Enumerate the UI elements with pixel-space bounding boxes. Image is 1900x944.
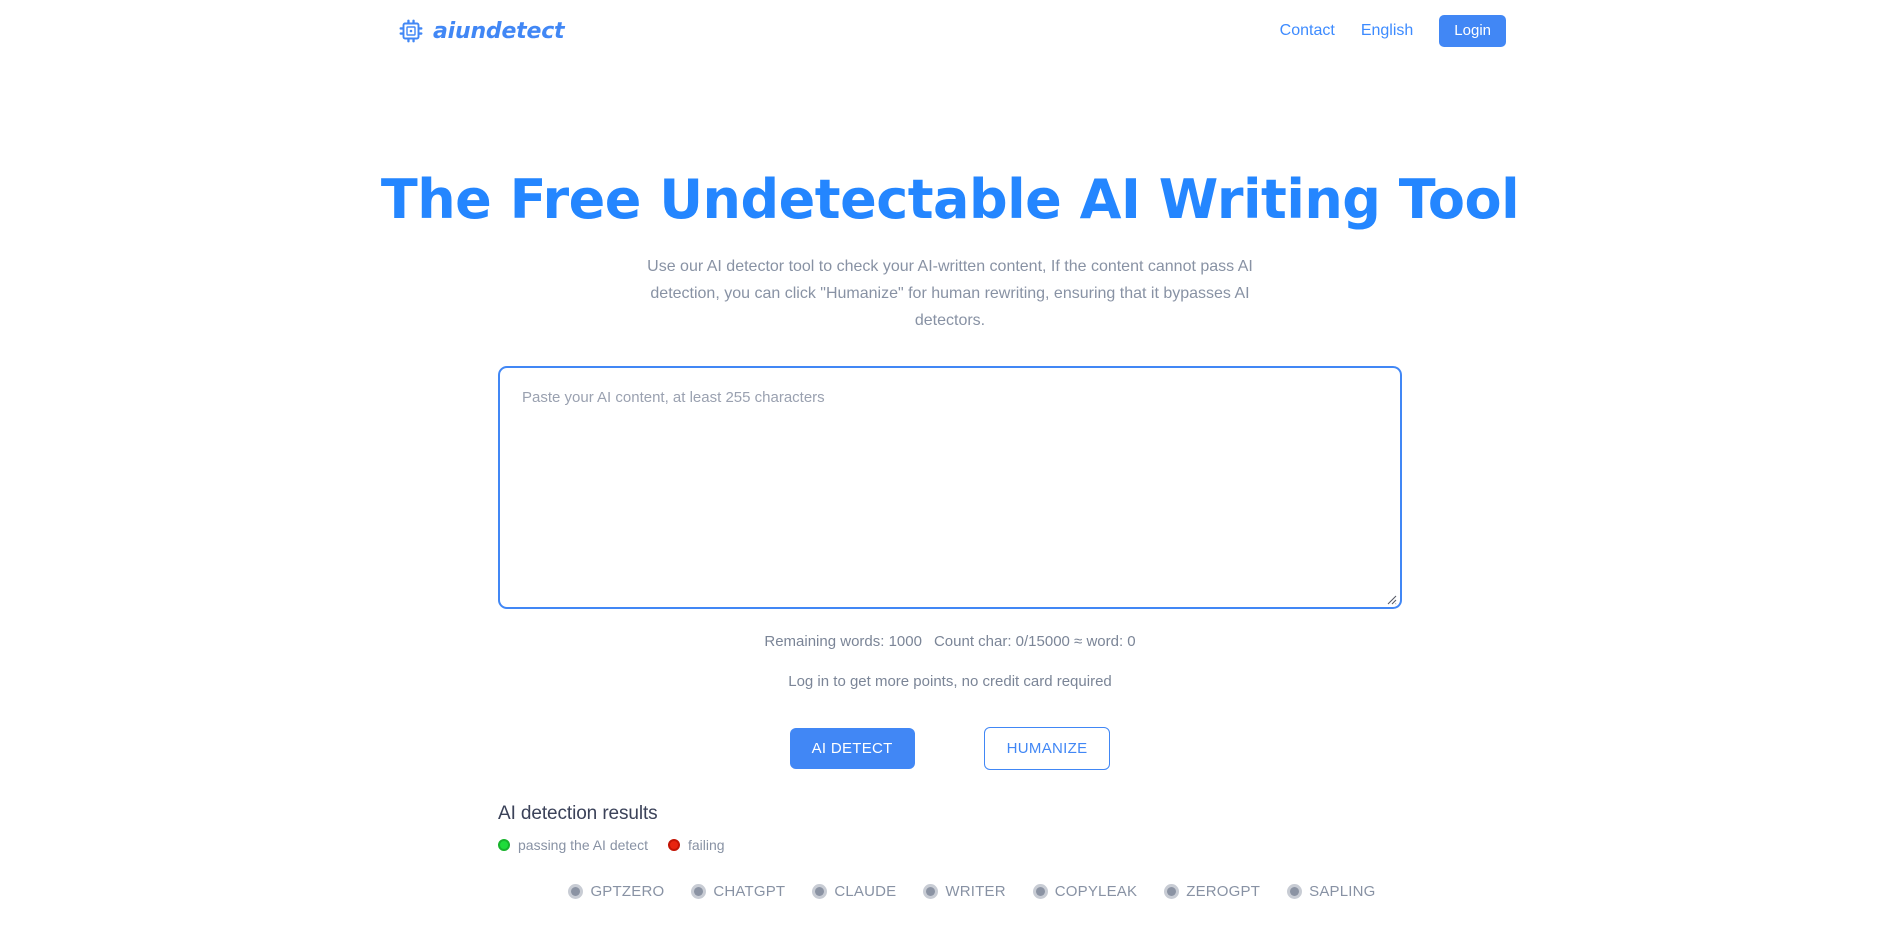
radio-icon xyxy=(1032,884,1048,900)
content-input[interactable] xyxy=(498,366,1402,610)
results-title: AI detection results xyxy=(498,803,658,825)
detector-label: COPYLEAK xyxy=(1054,883,1138,901)
radio-icon xyxy=(1287,884,1303,900)
char-count: Count char: 0/15000 ≈ word: 0 xyxy=(933,633,1136,651)
legend-passing-label: passing the AI detect xyxy=(518,837,648,854)
brand-logo[interactable]: aiundetect xyxy=(396,16,565,46)
fail-dot-icon xyxy=(667,839,680,852)
action-buttons: AI DETECT HUMANIZE xyxy=(789,727,1111,771)
login-hint: Log in to get more points, no credit car… xyxy=(788,673,1112,691)
detector-item[interactable]: CHATGPT xyxy=(691,883,785,900)
results-legend: passing the AI detect failing xyxy=(498,837,1402,853)
login-button[interactable]: Login xyxy=(1439,15,1506,47)
detector-label: CLAUDE xyxy=(834,883,897,901)
radio-icon xyxy=(923,884,939,900)
detector-label: GPTZERO xyxy=(590,883,665,901)
results-section: AI detection results passing the AI dete… xyxy=(498,803,1402,853)
page-title: The Free Undetectable AI Writing Tool xyxy=(380,168,1520,231)
header-nav: Contact English Login xyxy=(1280,15,1506,47)
detector-item[interactable]: GPTZERO xyxy=(568,883,664,900)
nav-link-language[interactable]: English xyxy=(1361,22,1413,40)
chip-icon xyxy=(396,16,426,46)
editor-container xyxy=(498,366,1402,610)
detector-item[interactable]: WRITER xyxy=(923,883,1006,901)
detector-item[interactable]: ZEROGPT xyxy=(1164,883,1260,900)
legend-passing: passing the AI detect xyxy=(498,837,648,853)
counter-row: Remaining words: 1000 Count char: 0/15000… xyxy=(764,633,1135,650)
detector-item[interactable]: CLAUDE xyxy=(812,883,896,900)
detector-label: WRITER xyxy=(945,883,1006,901)
nav-link-contact[interactable]: Contact xyxy=(1280,22,1335,40)
remaining-words: Remaining words: 1000 xyxy=(764,633,922,651)
radio-icon xyxy=(1164,884,1180,900)
detector-label: ZEROGPT xyxy=(1186,883,1261,901)
pass-dot-icon xyxy=(498,839,510,852)
brand-name: aiundetect xyxy=(433,18,565,44)
humanize-button[interactable]: HUMANIZE xyxy=(983,727,1111,771)
page-subtitle: Use our AI detector tool to check your A… xyxy=(647,258,1253,330)
ai-detect-button[interactable]: AI DETECT xyxy=(789,728,915,770)
legend-failing-label: failing xyxy=(687,837,725,854)
main-content: The Free Undetectable AI Writing Tool Us… xyxy=(0,62,1900,901)
detector-item[interactable]: SAPLING xyxy=(1287,883,1375,900)
site-header: aiundetect Contact English Login xyxy=(0,0,1900,62)
radio-icon xyxy=(691,884,707,900)
radio-icon xyxy=(568,884,584,900)
radio-icon xyxy=(812,884,828,900)
detector-list: GPTZERO CHATGPT CLAUDE WRITER COPYLEAK Z… xyxy=(498,883,1402,900)
detector-item[interactable]: COPYLEAK xyxy=(1032,883,1138,901)
detector-label: SAPLING xyxy=(1309,883,1376,901)
legend-failing: failing xyxy=(667,837,725,854)
detector-label: CHATGPT xyxy=(713,883,786,901)
